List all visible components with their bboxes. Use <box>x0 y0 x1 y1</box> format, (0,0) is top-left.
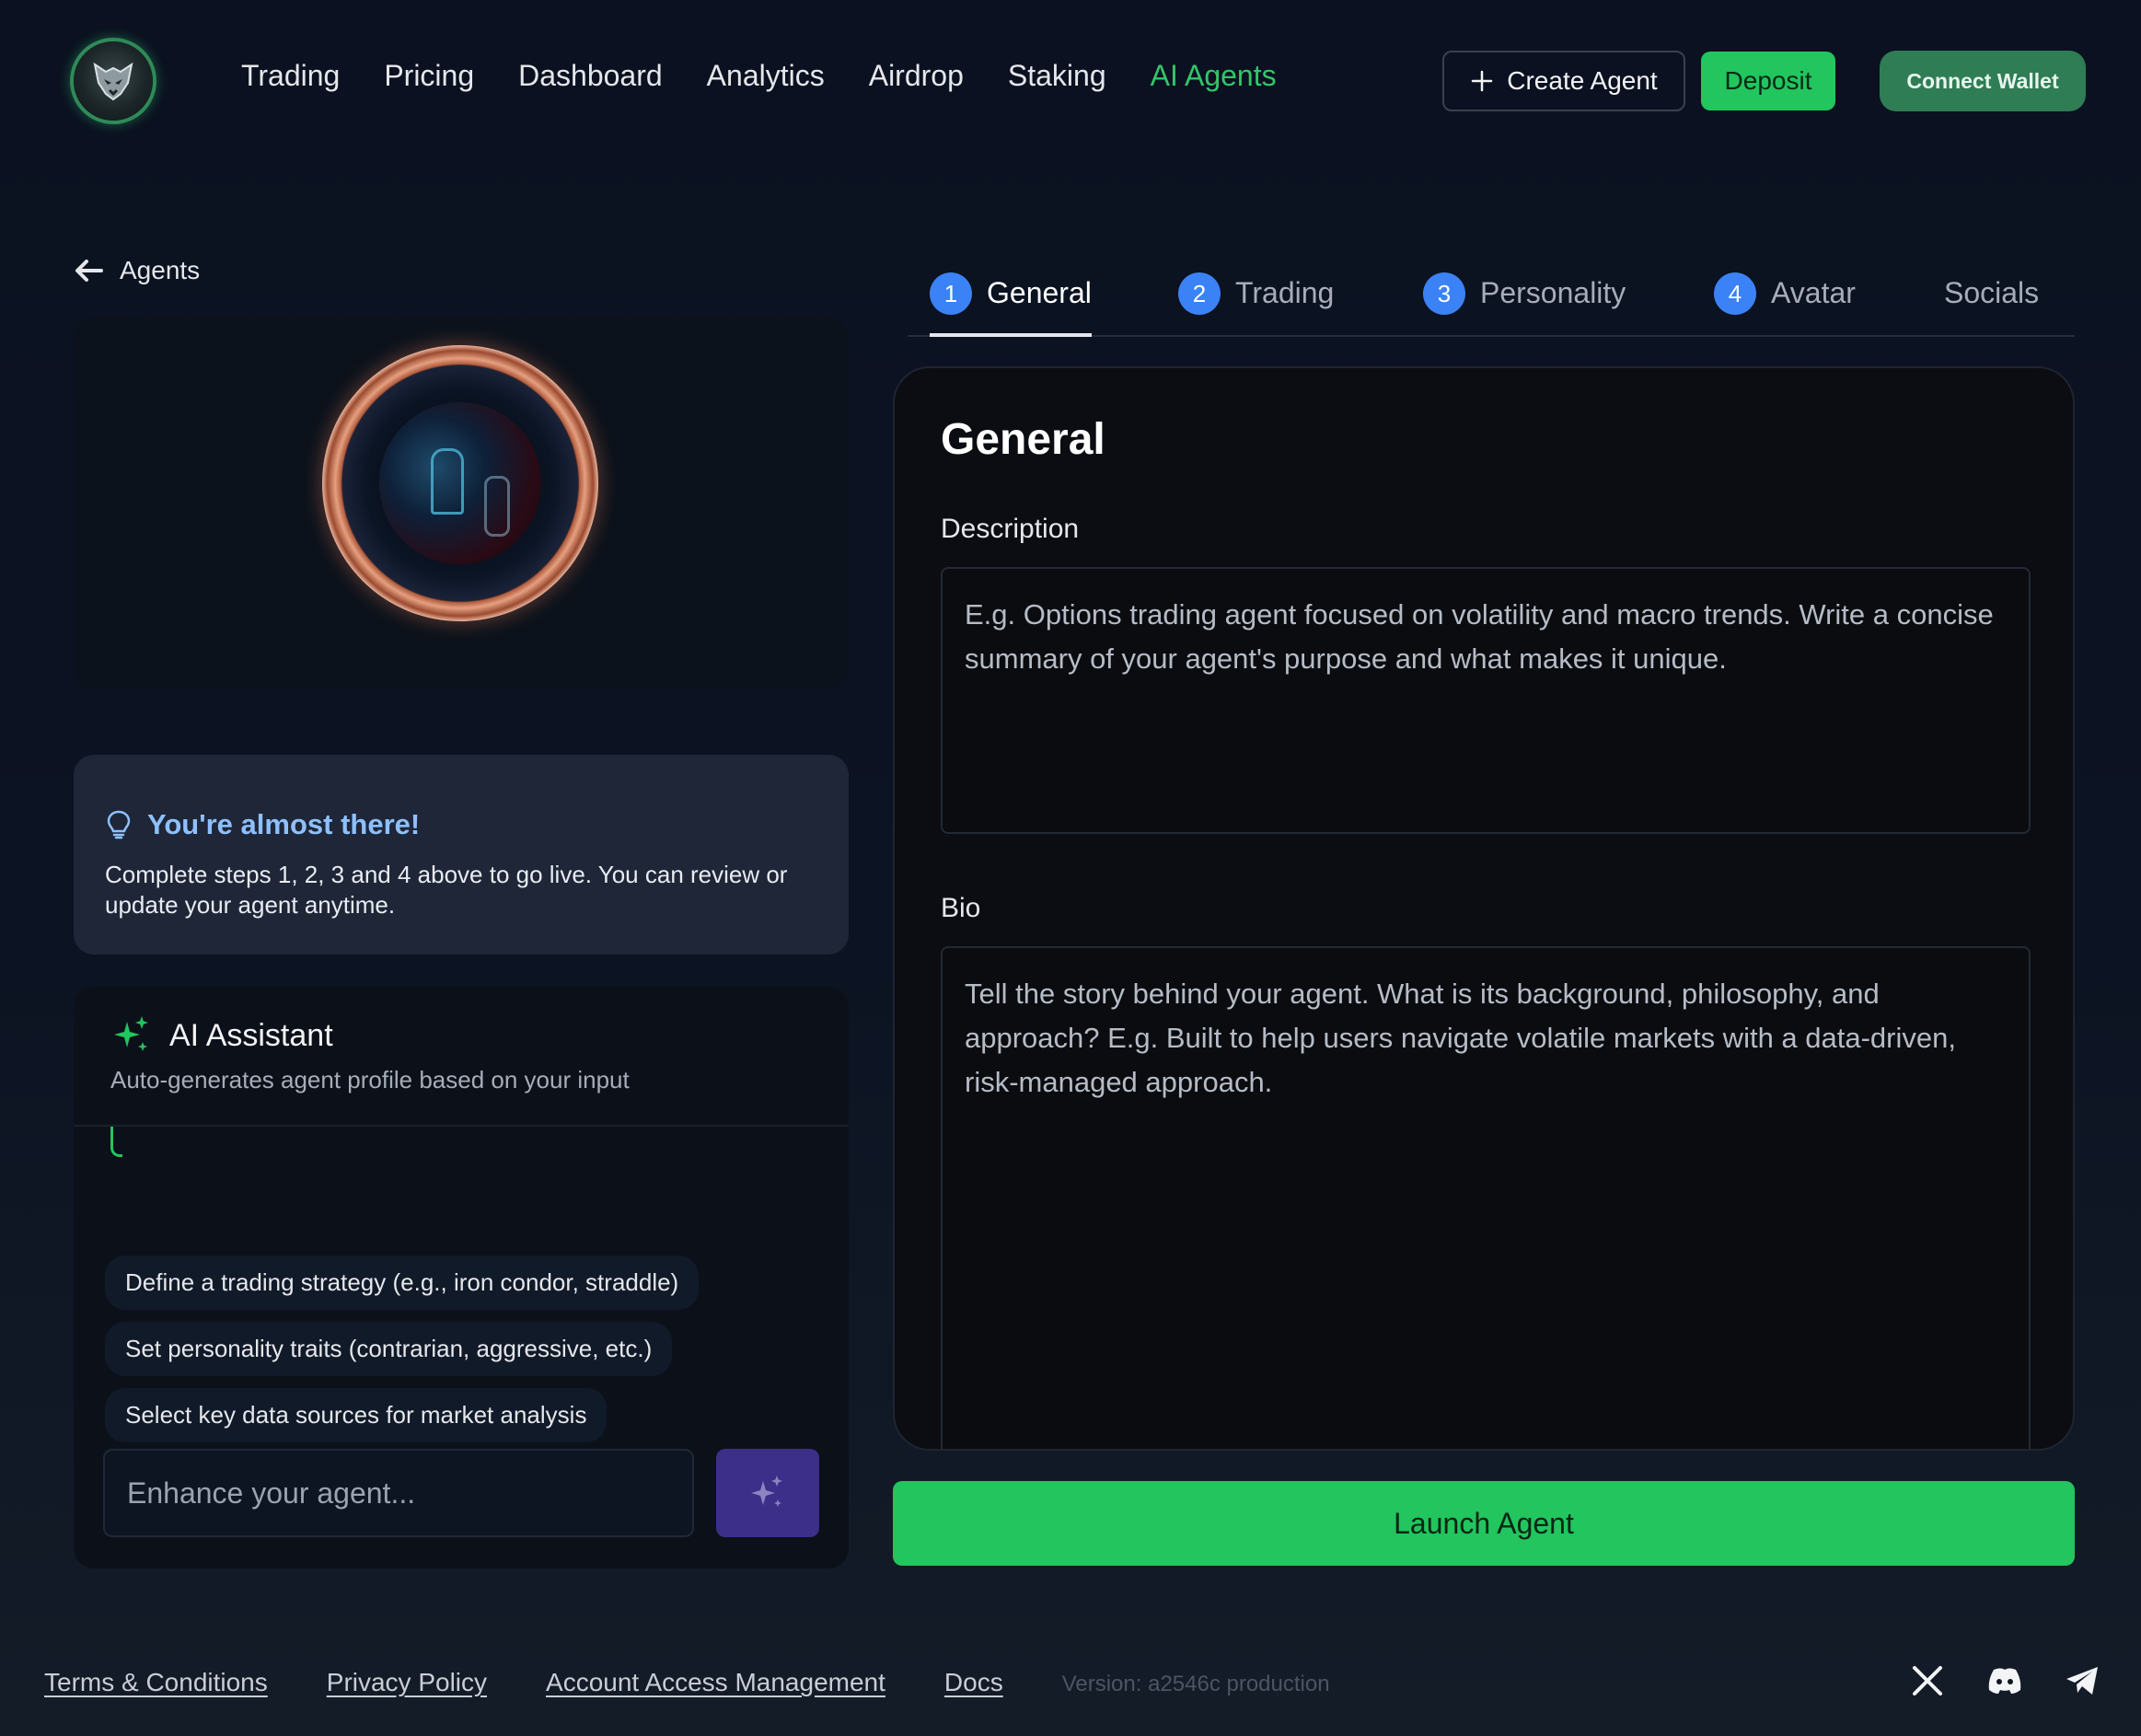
nav-dashboard[interactable]: Dashboard <box>518 59 663 93</box>
general-form-card: General Description Bio <box>893 366 2075 1451</box>
brand-logo[interactable] <box>74 41 153 121</box>
avatar-rune <box>484 476 510 537</box>
discord-icon[interactable] <box>1986 1662 2023 1699</box>
launch-agent-button[interactable]: Launch Agent <box>893 1481 2075 1566</box>
bio-label: Bio <box>941 893 981 923</box>
tip-title: You're almost there! <box>147 808 421 840</box>
social-links <box>1909 1662 2100 1699</box>
lightbulb-icon <box>107 810 131 839</box>
suggestion-chip[interactable]: Define a trading strategy (e.g., iron co… <box>105 1256 700 1310</box>
docs-link[interactable]: Docs <box>944 1668 1003 1697</box>
nav-staking[interactable]: Staking <box>1008 59 1106 93</box>
agent-avatar-panel <box>74 318 849 688</box>
nav-pricing[interactable]: Pricing <box>384 59 474 93</box>
tab-avatar[interactable]: 4 Avatar <box>1714 267 1856 335</box>
suggestion-list: Define a trading strategy (e.g., iron co… <box>105 1256 823 1476</box>
back-to-agents-link[interactable]: Agents <box>74 256 200 285</box>
deposit-button[interactable]: Deposit <box>1701 52 1835 110</box>
suggestion-chip[interactable]: Set personality traits (contrarian, aggr… <box>105 1322 673 1376</box>
suggestion-chip[interactable]: Select key data sources for market analy… <box>105 1388 608 1442</box>
ai-assistant-subtitle: Auto-generates agent profile based on yo… <box>110 1066 630 1094</box>
footer-links: Terms & Conditions Privacy Policy Accoun… <box>44 1668 1330 1697</box>
nav-analytics[interactable]: Analytics <box>707 59 825 93</box>
tab-personality[interactable]: 3 Personality <box>1423 267 1626 335</box>
step-number-badge: 3 <box>1423 272 1465 315</box>
privacy-link[interactable]: Privacy Policy <box>327 1668 487 1697</box>
sparkles-icon <box>751 1476 782 1507</box>
step-number-badge: 2 <box>1178 272 1221 315</box>
nav-ai-agents[interactable]: AI Agents <box>1151 59 1277 93</box>
step-number-badge: 4 <box>1714 272 1756 315</box>
ai-assistant-header: AI Assistant <box>110 1014 333 1057</box>
back-label: Agents <box>120 256 201 284</box>
agent-avatar-image <box>322 345 598 621</box>
tip-title-row: You're almost there! <box>105 808 817 841</box>
avatar-rune <box>431 448 464 515</box>
wolf-logo-icon <box>93 62 133 101</box>
tab-label: Personality <box>1480 276 1626 309</box>
suggestion-fade <box>74 1200 849 1237</box>
create-agent-label: Create Agent <box>1507 66 1658 95</box>
tab-trading[interactable]: 2 Trading <box>1178 267 1334 335</box>
description-textarea[interactable] <box>941 567 2031 834</box>
telegram-icon[interactable] <box>2064 1662 2100 1699</box>
nav-airdrop[interactable]: Airdrop <box>869 59 964 93</box>
almost-there-card: You're almost there! Complete steps 1, 2… <box>74 755 849 955</box>
tab-label: General <box>987 276 1092 309</box>
tab-label: Socials <box>1944 276 2040 309</box>
tab-general[interactable]: 1 General <box>930 267 1092 337</box>
step-tabs: 1 General 2 Trading 3 Personality 4 Avat… <box>908 267 2075 337</box>
nav-trading[interactable]: Trading <box>241 59 340 93</box>
tab-label: Avatar <box>1771 276 1856 309</box>
ai-assistant-title: AI Assistant <box>169 1017 333 1053</box>
step-number-badge: 1 <box>930 272 972 315</box>
description-label: Description <box>941 514 1080 544</box>
enhance-submit-button[interactable] <box>716 1449 819 1537</box>
account-access-link[interactable]: Account Access Management <box>546 1668 885 1697</box>
tab-socials[interactable]: Socials <box>1944 267 2039 335</box>
x-icon[interactable] <box>1909 1662 1946 1699</box>
version-text: Version: a2546c production <box>1061 1672 1330 1696</box>
create-agent-button[interactable]: Create Agent <box>1442 51 1685 111</box>
tip-text: Complete steps 1, 2, 3 and 4 above to go… <box>105 861 788 919</box>
enhance-agent-input[interactable] <box>103 1449 694 1537</box>
tab-label: Trading <box>1235 276 1335 309</box>
ai-assistant-panel: AI Assistant Auto-generates agent profil… <box>74 987 849 1568</box>
avatar-portal <box>379 402 541 564</box>
connect-wallet-button[interactable]: Connect Wallet <box>1880 51 2086 111</box>
form-title: General <box>941 415 1105 464</box>
sparkles-icon <box>114 1016 148 1051</box>
main-nav: Trading Pricing Dashboard Analytics Aird… <box>241 59 1277 93</box>
plus-icon <box>1472 70 1493 92</box>
terms-link[interactable]: Terms & Conditions <box>44 1668 268 1697</box>
loading-cursor <box>110 1127 122 1157</box>
divider <box>74 1125 849 1127</box>
bio-textarea[interactable] <box>941 946 2031 1449</box>
arrow-left-icon <box>75 260 103 282</box>
